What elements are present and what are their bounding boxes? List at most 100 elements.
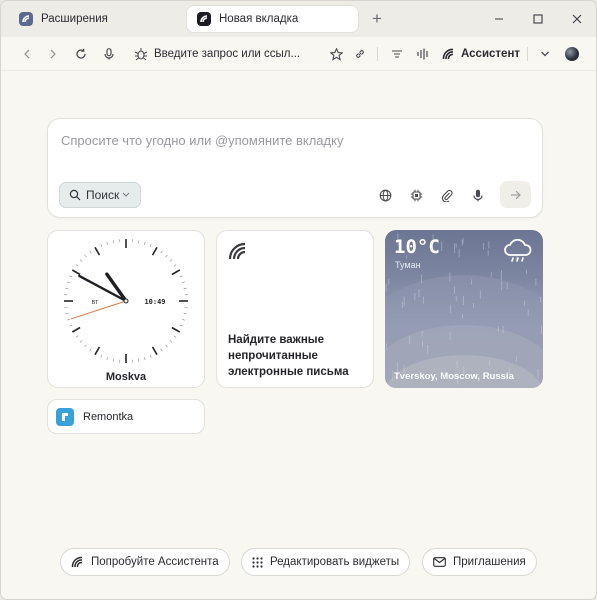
mail-icon: [433, 557, 446, 567]
assistant-icon: [228, 242, 246, 260]
clock-hour-mark: [94, 246, 101, 256]
clock-minute-mark: [165, 344, 168, 348]
clock-hour-mark: [71, 269, 81, 276]
clock-minute-mark: [65, 287, 69, 290]
clock-minute-mark: [112, 358, 115, 362]
clock-minute-mark: [149, 244, 152, 248]
clock-minute-mark: [137, 240, 140, 244]
clock-minute-mark: [65, 312, 69, 315]
clock-minute-mark: [84, 254, 87, 258]
browser-logo-icon: [197, 12, 211, 26]
address-bar[interactable]: Введите запрос или ссыл...: [134, 44, 300, 64]
try-assistant-button[interactable]: Попробуйте Ассистента: [60, 548, 230, 576]
bookmark-label: Remontka: [83, 410, 134, 423]
send-button[interactable]: [500, 181, 531, 208]
clock-minute-mark: [182, 281, 186, 284]
bookmark-remontka[interactable]: Remontka: [47, 399, 205, 434]
chip-icon[interactable]: [407, 186, 425, 204]
assistant-button[interactable]: Ассистент: [442, 44, 520, 64]
microphone-icon[interactable]: [469, 186, 487, 204]
forward-icon[interactable]: [43, 44, 63, 64]
clock-minute-mark: [165, 254, 168, 258]
new-tab-plus-icon[interactable]: +: [367, 9, 387, 29]
clock-minute-mark: [69, 275, 73, 278]
clock-minute-mark: [100, 244, 103, 248]
weather-condition: Туман: [395, 260, 421, 270]
clock-minute-mark: [84, 344, 87, 348]
clock-hour-mark: [151, 246, 158, 256]
address-placeholder: Введите запрос или ссыл...: [154, 48, 301, 60]
voice-wave-icon[interactable]: [413, 44, 433, 64]
arrow-right-icon: [511, 190, 521, 199]
clock-minute-mark: [89, 348, 92, 352]
clock-weekday: ВТ: [92, 300, 99, 306]
attach-icon[interactable]: [438, 186, 456, 204]
back-icon[interactable]: [17, 44, 37, 64]
clock-minute-mark: [106, 357, 109, 361]
mail-widget-text: Найдите важные непрочитанные электронные…: [228, 334, 349, 378]
browser-logo-icon: [19, 12, 33, 26]
ai-search-box[interactable]: Спросите что угодно или @упомяните вклад…: [47, 118, 543, 218]
link-icon[interactable]: [350, 44, 370, 64]
profile-avatar[interactable]: [565, 47, 579, 61]
chevron-down-icon[interactable]: [535, 44, 555, 64]
try-assistant-label: Попробуйте Ассистента: [91, 556, 219, 568]
clock-minute-mark: [100, 354, 103, 358]
clock-minute-mark: [169, 259, 173, 262]
globe-icon[interactable]: [376, 186, 394, 204]
minimize-icon[interactable]: [489, 9, 509, 29]
reader-icon[interactable]: [387, 44, 407, 64]
invitations-button[interactable]: Приглашения: [422, 548, 537, 576]
tab-extensions[interactable]: Расширения: [9, 6, 179, 32]
clock-minute-mark: [89, 250, 92, 254]
clock-minute-mark: [179, 275, 183, 278]
microphone-icon[interactable]: [99, 44, 119, 64]
clock-hour-mark: [171, 326, 181, 333]
toolbar-divider: [527, 47, 528, 61]
clock-minute-mark: [137, 358, 140, 362]
weather-widget[interactable]: 10°C Туман Tverskoy, Moscow, Russia: [385, 230, 543, 388]
clock-minute-mark: [182, 318, 186, 321]
clock-minute-mark: [169, 340, 173, 343]
clock-hour-mark: [151, 346, 158, 356]
bug-icon: [134, 47, 148, 61]
edit-widgets-button[interactable]: Редактировать виджеты: [241, 548, 411, 576]
clock-center: [123, 298, 129, 304]
analog-clock: ВТ 10:49: [64, 239, 188, 363]
clock-hour-mark: [171, 269, 181, 276]
maximize-icon[interactable]: [528, 9, 548, 29]
invitations-label: Приглашения: [453, 556, 526, 568]
clock-minute-mark: [79, 340, 83, 343]
clock-hour-mark: [71, 326, 81, 333]
tab-label: Расширения: [41, 13, 108, 25]
tab-bar: Расширения Новая вкладка +: [1, 1, 596, 37]
clock-minute-mark: [106, 241, 109, 245]
clock-minute-mark: [160, 250, 163, 254]
search-mode-dropdown[interactable]: Поиск: [59, 182, 141, 208]
weather-temperature: 10°C: [394, 236, 440, 258]
search-input[interactable]: Спросите что угодно или @упомяните вклад…: [61, 133, 343, 148]
reload-icon[interactable]: [71, 44, 91, 64]
clock-minute-mark: [75, 335, 79, 338]
weather-location: Tverskoy, Moscow, Russia: [394, 371, 514, 382]
clock-minute-mark: [143, 241, 146, 245]
tab-new-tab[interactable]: Новая вкладка: [187, 6, 358, 32]
assistant-label: Ассистент: [461, 48, 521, 60]
assistant-mail-widget[interactable]: Найдите важные непрочитанные электронные…: [216, 230, 374, 388]
chevron-down-icon: [122, 190, 135, 200]
clock-widget[interactable]: ВТ 10:49 Moskva: [47, 230, 205, 388]
clock-digital-time: 10:49: [144, 298, 165, 306]
clock-second-hand: [70, 300, 127, 320]
clock-minute-mark: [69, 324, 73, 327]
search-icon: [69, 189, 81, 201]
clock-minute-mark: [173, 264, 177, 267]
clock-minute-mark: [149, 354, 152, 358]
toolbar: Введите запрос или ссыл... Ассистент: [1, 37, 596, 71]
clock-minute-mark: [160, 348, 163, 352]
tab-label: Новая вкладка: [219, 13, 299, 25]
star-icon[interactable]: [326, 44, 346, 64]
search-mode-label: Поиск: [86, 188, 120, 202]
close-icon[interactable]: [567, 9, 587, 29]
clock-minute-mark: [112, 240, 115, 244]
clock-minute-mark: [173, 335, 177, 338]
